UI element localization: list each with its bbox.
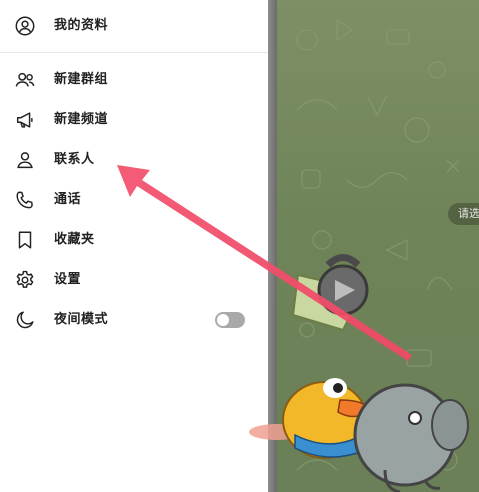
menu-item-contacts[interactable]: 联系人: [0, 140, 268, 180]
person-icon: [14, 149, 36, 171]
duck-elephant-sticker: [249, 378, 469, 492]
side-menu: 我的资料 新建群组 新建频道 联系人 通话 收藏夹 设置 夜间模式: [0, 0, 268, 492]
menu-item-night-mode[interactable]: 夜间模式: [0, 300, 268, 340]
toggle-knob: [217, 314, 229, 326]
menu-item-settings[interactable]: 设置: [0, 260, 268, 300]
menu-item-new-channel[interactable]: 新建频道: [0, 100, 268, 140]
menu-divider: [0, 52, 268, 53]
group-icon: [14, 69, 36, 91]
select-chat-pill: 请选: [448, 203, 479, 225]
menu-item-label: 我的资料: [54, 18, 109, 33]
moon-icon: [14, 309, 36, 331]
menu-item-label: 设置: [54, 272, 82, 287]
menu-item-label: 通话: [54, 192, 82, 207]
kettlebell-sticker: [291, 254, 369, 332]
gear-icon: [14, 269, 36, 291]
night-mode-toggle[interactable]: [215, 312, 245, 328]
menu-item-label: 夜间模式: [54, 312, 109, 327]
menu-item-saved[interactable]: 收藏夹: [0, 220, 268, 260]
megaphone-icon: [14, 109, 36, 131]
phone-icon: [14, 189, 36, 211]
profile-circle-icon: [14, 15, 36, 37]
menu-item-label: 联系人: [54, 152, 95, 167]
bookmark-icon: [14, 229, 36, 251]
menu-item-new-group[interactable]: 新建群组: [0, 60, 268, 100]
menu-item-label: 收藏夹: [54, 232, 95, 247]
menu-item-calls[interactable]: 通话: [0, 180, 268, 220]
menu-item-label: 新建频道: [54, 112, 109, 127]
menu-item-profile[interactable]: 我的资料: [0, 6, 268, 46]
menu-item-label: 新建群组: [54, 72, 109, 87]
